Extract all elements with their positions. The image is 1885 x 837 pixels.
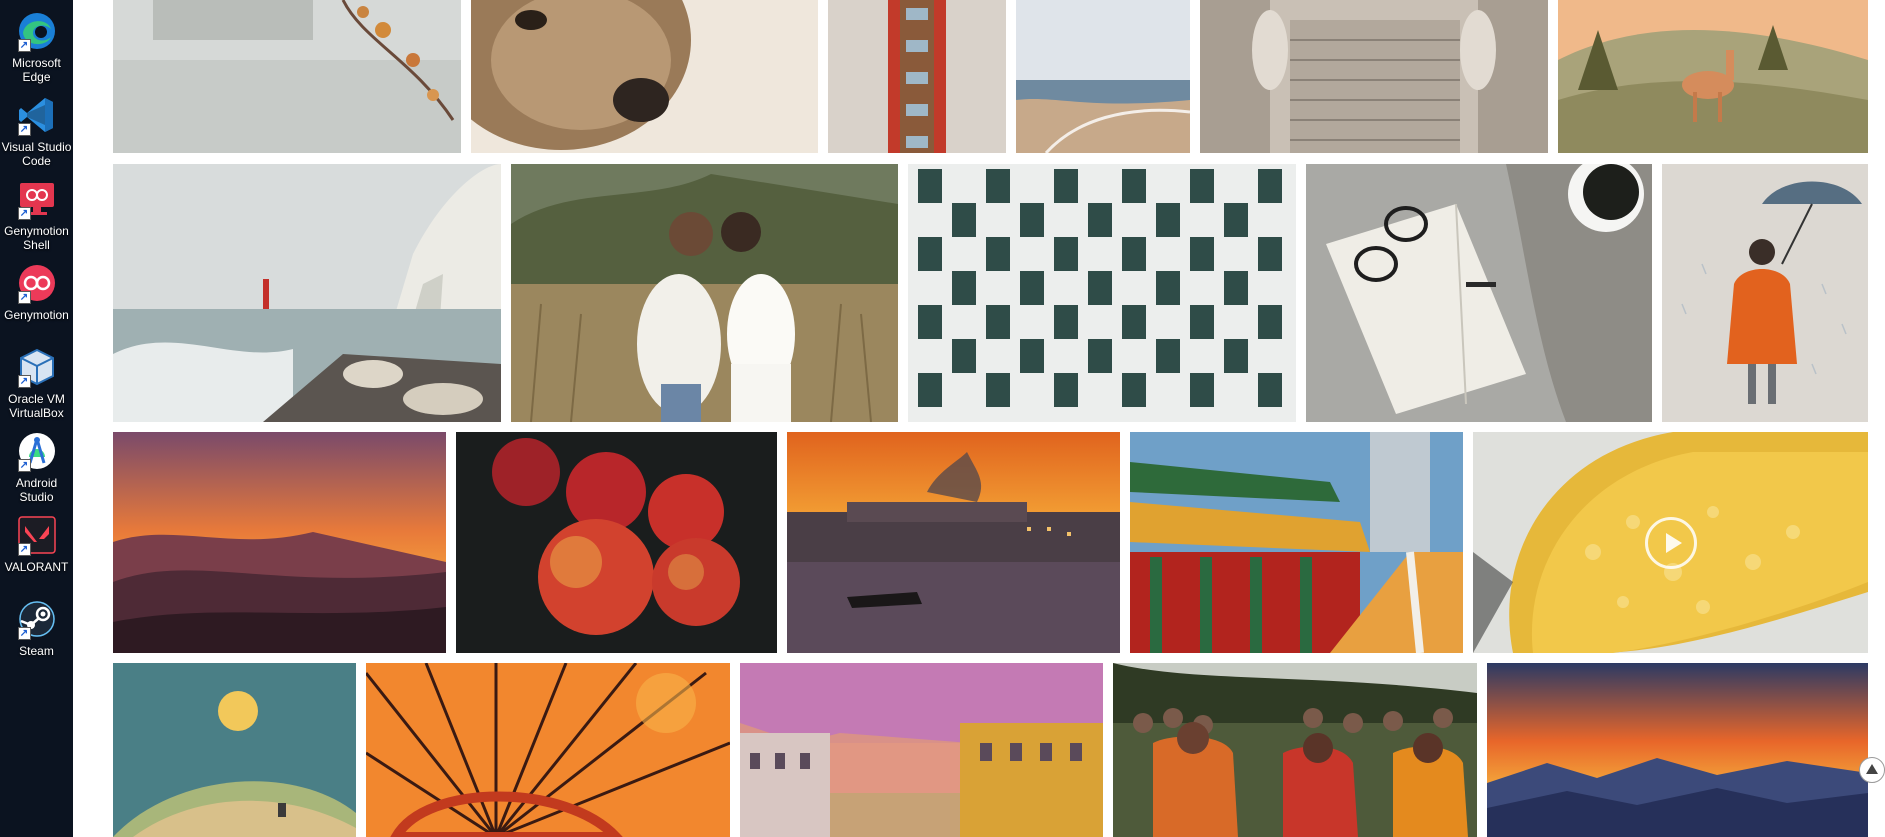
desktop-shortcut-label: Visual Studio Code — [1, 140, 72, 168]
photo-tile[interactable] — [113, 663, 356, 837]
desktop-shortcut-label: Genymotion — [4, 308, 69, 322]
photo-tile[interactable] — [908, 164, 1296, 422]
photo-tile[interactable] — [1662, 164, 1868, 422]
photo-tile[interactable] — [113, 0, 461, 153]
genymotion-icon: ↗ — [14, 260, 60, 306]
desktop-shortcut-label: VALORANT — [4, 560, 69, 574]
desktop-shortcut-label: Oracle VM VirtualBox — [8, 392, 65, 420]
desktop-icon-strip: ↗ Microsoft Edge ↗ Visual Studio Code ↗ … — [0, 0, 73, 837]
virtualbox-icon: ↗ — [14, 344, 60, 390]
genymotion-shell-icon: ↗ — [14, 176, 60, 222]
desktop-shortcut-genymotion[interactable]: ↗ Genymotion — [0, 260, 73, 322]
shortcut-arrow-icon: ↗ — [17, 375, 31, 388]
desktop-shortcut-genymotion-shell[interactable]: ↗ Genymotion Shell — [0, 176, 73, 252]
android-studio-icon: ↗ — [14, 428, 60, 474]
shortcut-arrow-icon: ↗ — [17, 459, 31, 472]
desktop-shortcut-steam[interactable]: ↗ Steam — [0, 596, 73, 658]
valorant-icon: ↗ — [14, 512, 60, 558]
desktop-shortcut-edge[interactable]: ↗ Microsoft Edge — [0, 8, 73, 84]
desktop-shortcut-valorant[interactable]: ↗ VALORANT — [0, 512, 73, 574]
photo-tile[interactable] — [828, 0, 1006, 153]
scroll-to-top-button[interactable] — [1859, 757, 1885, 783]
shortcut-arrow-icon: ↗ — [17, 291, 31, 304]
steam-icon: ↗ — [14, 596, 60, 642]
desktop-shortcut-virtualbox[interactable]: ↗ Oracle VM VirtualBox — [0, 344, 73, 420]
photo-tile[interactable] — [456, 432, 777, 653]
edge-icon: ↗ — [14, 8, 60, 54]
shortcut-arrow-icon: ↗ — [17, 207, 31, 220]
vscode-icon: ↗ — [14, 92, 60, 138]
photo-tile[interactable] — [511, 164, 898, 422]
shortcut-arrow-icon: ↗ — [17, 123, 31, 136]
photo-tile[interactable] — [1487, 663, 1868, 837]
shortcut-arrow-icon: ↗ — [17, 543, 31, 556]
desktop-shortcut-label: Steam — [19, 644, 54, 658]
photo-tile[interactable] — [1130, 432, 1463, 653]
photo-tile[interactable] — [1306, 164, 1652, 422]
photo-tile[interactable] — [787, 432, 1120, 653]
desktop-shortcut-label: Android Studio — [15, 476, 58, 504]
photo-tile[interactable] — [1016, 0, 1190, 153]
play-video-icon[interactable] — [1644, 516, 1697, 569]
photo-tile[interactable] — [113, 164, 501, 422]
photo-tile[interactable] — [1473, 432, 1868, 653]
shortcut-arrow-icon: ↗ — [17, 39, 31, 52]
shortcut-arrow-icon: ↗ — [17, 627, 31, 640]
desktop-shortcut-label: Genymotion Shell — [4, 224, 69, 252]
desktop-shortcut-vscode[interactable]: ↗ Visual Studio Code — [0, 92, 73, 168]
desktop-shortcut-label: Microsoft Edge — [12, 56, 61, 84]
photo-tile[interactable] — [740, 663, 1103, 837]
photo-tile[interactable] — [1113, 663, 1477, 837]
photo-tile[interactable] — [366, 663, 730, 837]
photo-tile[interactable] — [471, 0, 818, 153]
photo-tile[interactable] — [113, 432, 446, 653]
photo-tile[interactable] — [1558, 0, 1868, 153]
desktop-shortcut-android-studio[interactable]: ↗ Android Studio — [0, 428, 73, 504]
photo-gallery — [73, 0, 1885, 837]
photo-tile[interactable] — [1200, 0, 1548, 153]
